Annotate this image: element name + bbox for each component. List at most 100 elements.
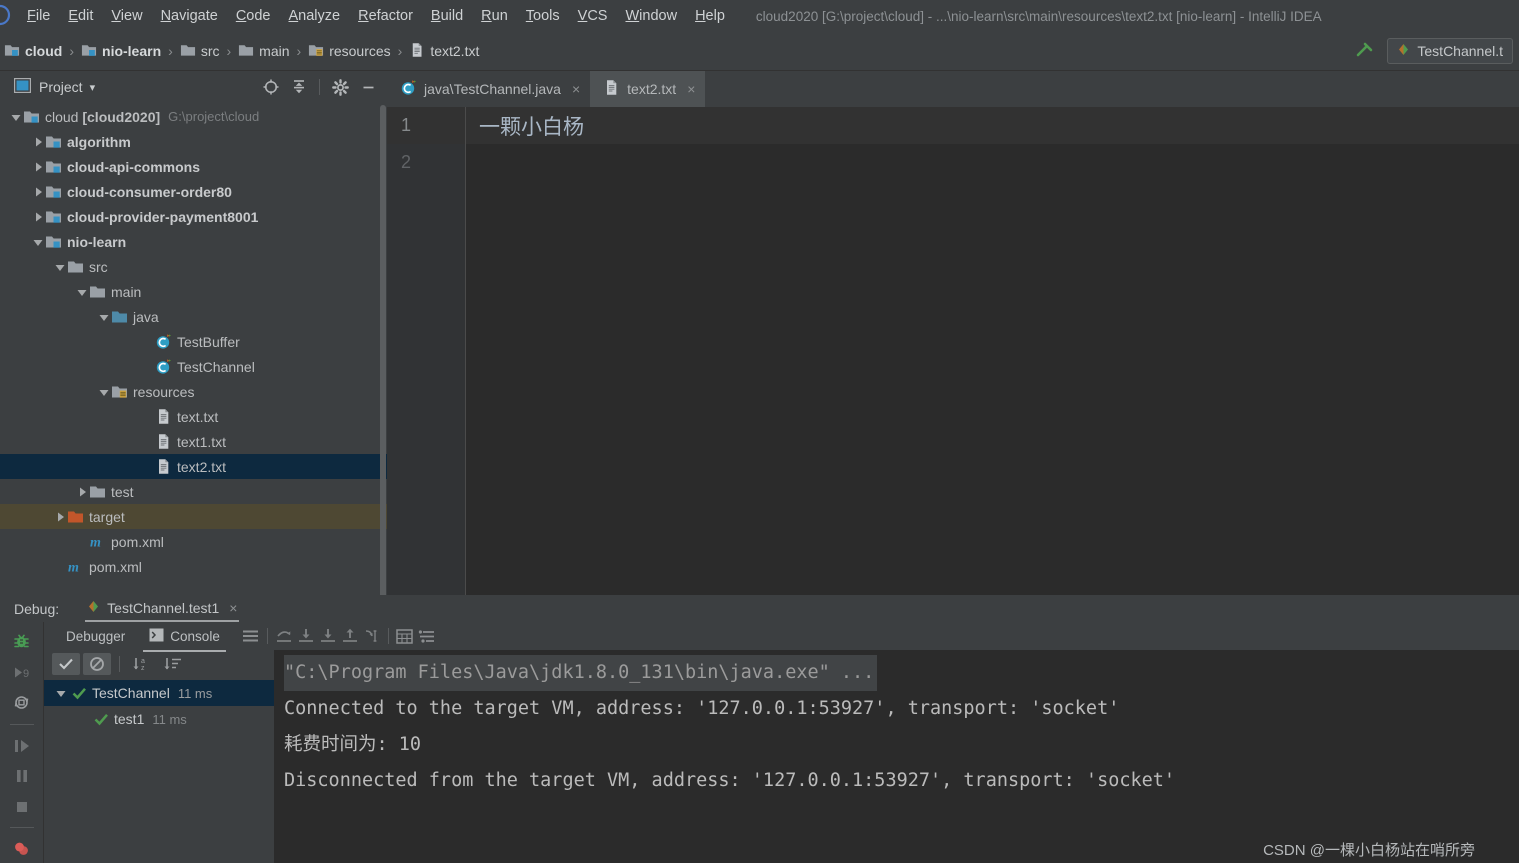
- breadcrumb-item-resources[interactable]: resources: [308, 42, 391, 61]
- test-tree[interactable]: TestChannel 11 ms test1 11 ms: [44, 678, 274, 863]
- breadcrumb-item-nio-learn[interactable]: nio-learn: [81, 42, 161, 61]
- tree-node-text1-txt[interactable]: text1.txt: [0, 429, 387, 454]
- locate-icon[interactable]: [258, 75, 284, 99]
- run-configuration-selector[interactable]: TestChannel.t: [1387, 38, 1513, 64]
- tree-node-target[interactable]: target: [0, 504, 387, 529]
- menu-item-refactor[interactable]: Refactor: [349, 4, 422, 28]
- text-file-icon: [155, 458, 172, 475]
- chevron-right-icon[interactable]: [31, 160, 45, 174]
- chevron-down-icon[interactable]: [31, 235, 45, 249]
- tree-node-cloud-consumer-order80[interactable]: cloud-consumer-order80: [0, 179, 387, 204]
- tree-node-label: target: [89, 508, 125, 525]
- breadcrumb-item-src[interactable]: src: [180, 42, 219, 61]
- tree-node-cloud-api-commons[interactable]: cloud-api-commons: [0, 154, 387, 179]
- settings-list-icon[interactable]: [416, 626, 438, 646]
- resume-program-icon[interactable]: 9: [7, 659, 37, 687]
- collapse-all-icon[interactable]: [286, 75, 312, 99]
- breadcrumb-item-cloud[interactable]: cloud: [4, 42, 62, 61]
- editor-tab-label: text2.txt: [627, 81, 677, 97]
- tree-node-src[interactable]: src: [0, 254, 387, 279]
- menu-item-tools[interactable]: Tools: [517, 4, 569, 28]
- menu-item-run[interactable]: Run: [472, 4, 517, 28]
- chevron-down-icon[interactable]: ▾: [90, 81, 96, 94]
- editor-tab-java-testchannel-java[interactable]: java\TestChannel.java ×: [387, 71, 590, 107]
- editor-line[interactable]: [466, 144, 1519, 181]
- navbar-right-controls: TestChannel.t: [1351, 38, 1519, 64]
- tree-node-nio-learn[interactable]: nio-learn: [0, 229, 387, 254]
- sort-by-duration-icon[interactable]: [159, 653, 187, 675]
- mute-breakpoints-icon[interactable]: [7, 835, 37, 863]
- editor-tab-text2-txt[interactable]: text2.txt ×: [590, 71, 706, 107]
- editor-line[interactable]: 一颗小白杨: [466, 107, 1519, 144]
- force-step-into-icon[interactable]: [317, 626, 339, 646]
- step-into-icon[interactable]: [295, 626, 317, 646]
- console-output[interactable]: "C:\Program Files\Java\jdk1.8.0_131\bin\…: [274, 650, 1519, 863]
- close-icon[interactable]: ×: [229, 600, 237, 616]
- show-ignored-icon[interactable]: [83, 653, 111, 675]
- menu-lines-icon[interactable]: [240, 626, 262, 646]
- restore-layout-icon[interactable]: [7, 689, 37, 717]
- minimize-icon[interactable]: [355, 75, 381, 99]
- show-passed-icon[interactable]: [52, 653, 80, 675]
- step-out-icon[interactable]: [273, 626, 295, 646]
- chevron-down-icon[interactable]: [9, 110, 23, 124]
- chevron-right-icon[interactable]: [75, 485, 89, 499]
- menu-item-edit[interactable]: Edit: [59, 4, 102, 28]
- menu-item-view[interactable]: View: [102, 4, 151, 28]
- debug-bug-icon[interactable]: [7, 628, 37, 656]
- chevron-right-icon[interactable]: [31, 135, 45, 149]
- chevron-right-icon[interactable]: [31, 185, 45, 199]
- pause-icon[interactable]: [7, 762, 37, 790]
- menu-item-navigate[interactable]: Navigate: [152, 4, 227, 28]
- tree-node-resources[interactable]: resources: [0, 379, 387, 404]
- tree-node-test[interactable]: test: [0, 479, 387, 504]
- project-tool-window: Project ▾ cloud [cloud2020] G:\project\c…: [0, 71, 387, 595]
- evaluate-table-icon[interactable]: [394, 626, 416, 646]
- chevron-down-icon[interactable]: [54, 687, 68, 699]
- menu-item-help[interactable]: Help: [686, 4, 734, 28]
- tree-node-main[interactable]: main: [0, 279, 387, 304]
- close-icon[interactable]: ×: [687, 81, 695, 97]
- hammer-icon[interactable]: [1351, 39, 1377, 63]
- tab-debugger[interactable]: Debugger: [54, 625, 137, 648]
- gear-icon[interactable]: [327, 75, 353, 99]
- stop-icon[interactable]: [7, 793, 37, 821]
- chevron-down-icon[interactable]: [97, 385, 111, 399]
- tree-node-algorithm[interactable]: algorithm: [0, 129, 387, 154]
- test-tree-node-testchannel[interactable]: TestChannel 11 ms: [44, 680, 274, 706]
- chevron-down-icon[interactable]: [75, 285, 89, 299]
- menu-item-build[interactable]: Build: [422, 4, 472, 28]
- step-up-icon[interactable]: [339, 626, 361, 646]
- debug-session-tab[interactable]: TestChannel.test1 ×: [81, 597, 243, 622]
- menu-item-analyze[interactable]: Analyze: [280, 4, 350, 28]
- tree-node-java[interactable]: java: [0, 304, 387, 329]
- menu-item-vcs[interactable]: VCS: [569, 4, 617, 28]
- tree-node-text2-txt[interactable]: text2.txt: [0, 454, 387, 479]
- tree-node-cloud-provider-payment8001[interactable]: cloud-provider-payment8001: [0, 204, 387, 229]
- tree-node-pom-xml[interactable]: m pom.xml: [0, 529, 387, 554]
- sort-alphabetically-icon[interactable]: a z: [128, 653, 156, 675]
- chevron-right-icon[interactable]: [31, 210, 45, 224]
- menu-item-code[interactable]: Code: [227, 4, 280, 28]
- chevron-right-icon[interactable]: [53, 510, 67, 524]
- project-tree[interactable]: cloud [cloud2020] G:\project\cloud algorit…: [0, 103, 387, 595]
- tree-node-cloud--cloud2020-[interactable]: cloud [cloud2020] G:\project\cloud: [0, 104, 387, 129]
- chevron-down-icon[interactable]: [53, 260, 67, 274]
- menu-item-window[interactable]: Window: [616, 4, 686, 28]
- run-to-cursor-icon[interactable]: [361, 626, 383, 646]
- chevron-down-icon[interactable]: [97, 310, 111, 324]
- editor-text-area[interactable]: 一颗小白杨: [466, 107, 1519, 595]
- tab-console[interactable]: Console: [137, 624, 232, 652]
- breadcrumb-item-text2-txt[interactable]: text2.txt: [409, 42, 479, 61]
- breadcrumb-item-main[interactable]: main: [238, 42, 290, 61]
- tab-debugger-label: Debugger: [66, 628, 126, 644]
- tree-node-pom-xml[interactable]: m pom.xml: [0, 554, 387, 579]
- tree-node-testchannel[interactable]: TestChannel: [0, 354, 387, 379]
- project-tree-scrollbar[interactable]: [380, 105, 386, 595]
- close-icon[interactable]: ×: [572, 81, 580, 97]
- menu-item-file[interactable]: File: [18, 4, 59, 28]
- test-tree-node-test1[interactable]: test1 11 ms: [44, 706, 274, 732]
- step-over-icon[interactable]: [7, 732, 37, 760]
- tree-node-testbuffer[interactable]: TestBuffer: [0, 329, 387, 354]
- tree-node-text-txt[interactable]: text.txt: [0, 404, 387, 429]
